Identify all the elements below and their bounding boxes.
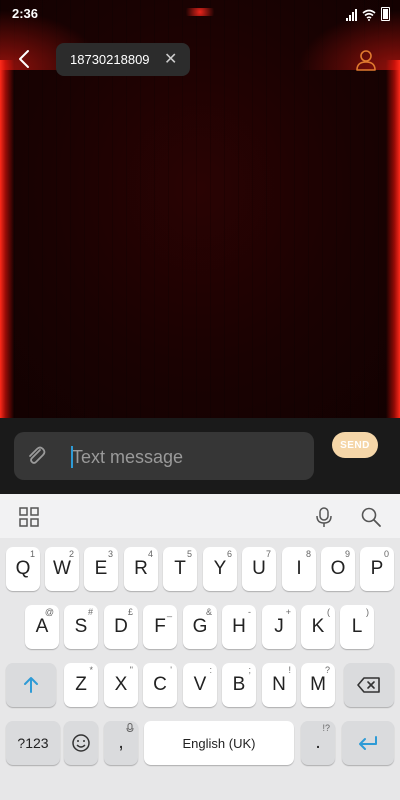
- key-p[interactable]: 0P: [360, 547, 394, 591]
- battery-icon: [381, 7, 390, 21]
- remove-recipient-button[interactable]: ✕: [164, 49, 177, 69]
- shift-key[interactable]: [6, 663, 56, 707]
- key-u[interactable]: 7U: [242, 547, 276, 591]
- text-cursor: [71, 446, 73, 468]
- back-arrow-icon[interactable]: [14, 48, 36, 70]
- theme-edge-glow: [0, 60, 14, 420]
- grid-icon[interactable]: [18, 506, 40, 528]
- key-m[interactable]: ? M: [301, 663, 335, 707]
- search-icon[interactable]: [360, 506, 382, 528]
- key-o[interactable]: 9O: [321, 547, 355, 591]
- enter-key[interactable]: [342, 721, 394, 765]
- status-icons: [346, 7, 390, 21]
- backspace-icon: [357, 677, 380, 693]
- keyboard-toolbar: [0, 494, 400, 538]
- key-f[interactable]: _ F: [143, 605, 177, 649]
- key-h[interactable]: -H: [222, 605, 256, 649]
- attach-icon[interactable]: [24, 444, 48, 468]
- wifi-icon: [362, 9, 376, 21]
- key-y[interactable]: 6Y: [203, 547, 237, 591]
- key-n[interactable]: ! N: [262, 663, 296, 707]
- key-b[interactable]: ; B: [222, 663, 256, 707]
- key-r[interactable]: 4R: [124, 547, 158, 591]
- key-k[interactable]: (K: [301, 605, 335, 649]
- theme-edge-glow: [386, 60, 400, 420]
- contact-icon[interactable]: [354, 48, 378, 72]
- emoji-key[interactable]: [64, 721, 98, 765]
- signal-icon: [346, 9, 357, 21]
- key-d[interactable]: £ D: [104, 605, 138, 649]
- shift-icon: [24, 676, 38, 693]
- key-l[interactable]: ) L: [340, 605, 374, 649]
- message-input[interactable]: [72, 444, 302, 470]
- key-i[interactable]: 8I: [282, 547, 316, 591]
- recipient-number: 18730218809: [70, 52, 150, 67]
- microphone-icon: [126, 723, 134, 733]
- send-button[interactable]: SEND: [332, 432, 378, 458]
- emoji-icon: [72, 734, 90, 752]
- key-t[interactable]: 5T: [163, 547, 197, 591]
- backspace-key[interactable]: [344, 663, 394, 707]
- key-j[interactable]: + J: [262, 605, 296, 649]
- status-bar: 2:36: [0, 0, 400, 28]
- period-key[interactable]: !?.: [301, 721, 335, 765]
- space-key[interactable]: English (UK): [144, 721, 294, 765]
- key-z[interactable]: * Z: [64, 663, 98, 707]
- key-w[interactable]: 2W: [45, 547, 79, 591]
- key-s[interactable]: # S: [64, 605, 98, 649]
- key-c[interactable]: ' C: [143, 663, 177, 707]
- key-a[interactable]: @ A: [25, 605, 59, 649]
- key-e[interactable]: 3E: [84, 547, 118, 591]
- key-v[interactable]: :V: [183, 663, 217, 707]
- microphone-icon[interactable]: [313, 506, 335, 528]
- comma-key[interactable]: ,: [104, 721, 138, 765]
- messaging-app: 2:36 18730218809 ✕ SEND: [0, 0, 400, 800]
- key-g[interactable]: & G: [183, 605, 217, 649]
- recipient-chip[interactable]: 18730218809 ✕: [56, 43, 190, 76]
- enter-icon: [359, 735, 377, 750]
- key-x[interactable]: " X: [104, 663, 138, 707]
- status-time: 2:36: [12, 6, 39, 21]
- key-q[interactable]: 1Q: [6, 547, 40, 591]
- symbols-key[interactable]: ?123: [6, 721, 60, 765]
